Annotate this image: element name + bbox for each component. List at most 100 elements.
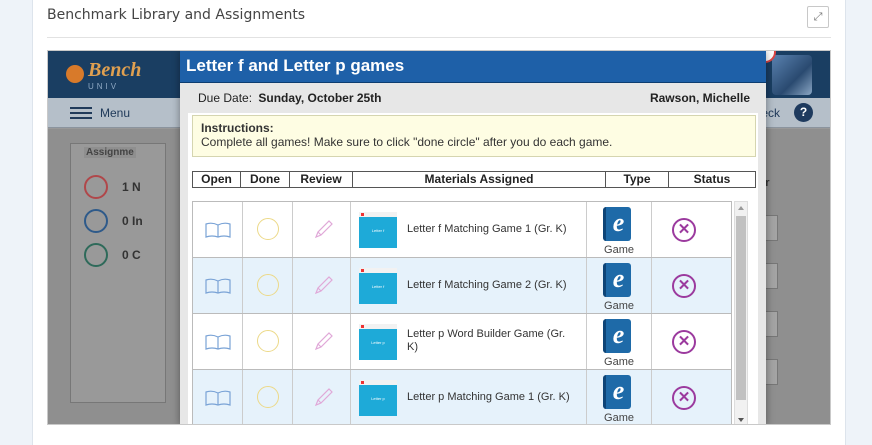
material-cell: Letter p Letter p Word Builder Game (Gr.… xyxy=(351,314,587,369)
type-cell: e Game xyxy=(587,202,652,257)
thumbnail-text: Letter f xyxy=(371,228,385,233)
help-icon[interactable]: ? xyxy=(794,103,813,122)
column-header-done: Done xyxy=(241,172,290,187)
stat-complete: 0 C xyxy=(122,248,141,262)
incomplete-x-icon: ✕ xyxy=(672,218,696,242)
app-logo: Bench xyxy=(88,59,142,81)
instructions-heading: Instructions: xyxy=(201,121,274,135)
scrollbar-thumb[interactable] xyxy=(736,216,746,400)
game-thumbnail[interactable]: Letter f xyxy=(359,268,397,304)
modal-body: Due Date: Sunday, October 25th Rawson, M… xyxy=(180,83,766,424)
review-cell xyxy=(293,202,351,257)
instructions-box: Instructions: Complete all games! Make s… xyxy=(192,115,756,157)
open-book-icon[interactable] xyxy=(205,334,231,350)
open-cell xyxy=(193,370,243,424)
open-cell xyxy=(193,202,243,257)
due-date-value: Sunday, October 25th xyxy=(258,91,382,105)
status-cell: ✕ xyxy=(652,258,731,313)
type-label: Game xyxy=(604,356,634,368)
ebook-icon: e xyxy=(603,375,631,409)
assignments-panel-title: Assignme xyxy=(84,147,136,158)
header-image xyxy=(772,55,812,95)
scroll-up-arrow-icon[interactable] xyxy=(738,206,744,210)
game-thumbnail[interactable]: Letter p xyxy=(359,324,397,360)
open-book-icon[interactable] xyxy=(205,390,231,406)
check-circle-icon xyxy=(84,243,108,267)
game-thumbnail[interactable]: Letter f xyxy=(359,212,397,248)
table-row: Letter p Letter p Word Builder Game (Gr.… xyxy=(193,314,731,370)
material-cell: Letter f Letter f Matching Game 2 (Gr. K… xyxy=(351,258,587,313)
due-date-bar: Due Date: Sunday, October 25th Rawson, M… xyxy=(188,83,758,113)
material-title[interactable]: Letter f Matching Game 1 (Gr. K) xyxy=(407,223,577,236)
embedded-app-frame: Bench UNIV med Menu n Check ? Assignme 1… xyxy=(47,50,831,425)
thumbnail-text: Letter p xyxy=(371,340,385,345)
student-name: Rawson, Michelle xyxy=(649,91,750,105)
open-cell xyxy=(193,314,243,369)
assignment-list: Letter f Letter f Matching Game 1 (Gr. K… xyxy=(192,201,732,424)
material-title[interactable]: Letter f Matching Game 2 (Gr. K) xyxy=(407,279,577,292)
due-date: Due Date: Sunday, October 25th xyxy=(198,91,382,105)
divider xyxy=(47,37,831,38)
column-header-open: Open xyxy=(193,172,241,187)
done-cell xyxy=(243,202,293,257)
expand-icon[interactable]: ⤢ xyxy=(807,6,829,28)
thumbnail-text: Letter p xyxy=(371,396,385,401)
review-pencil-icon[interactable] xyxy=(313,330,335,352)
incomplete-x-icon: ✕ xyxy=(672,274,696,298)
column-header-status: Status xyxy=(693,172,731,186)
assignment-modal: Letter f and Letter p games Due Date: Su… xyxy=(180,51,766,424)
done-cell xyxy=(243,370,293,424)
stat-not-started: 1 N xyxy=(122,180,141,194)
open-cell xyxy=(193,258,243,313)
column-header-review: Review xyxy=(290,172,353,187)
review-pencil-icon[interactable] xyxy=(313,386,335,408)
table-row: Letter p Letter p Matching Game 1 (Gr. K… xyxy=(193,370,731,424)
type-cell: e Game xyxy=(587,314,652,369)
done-circle-icon[interactable] xyxy=(257,218,279,240)
done-circle-icon[interactable] xyxy=(257,386,279,408)
done-cell xyxy=(243,258,293,313)
scroll-down-arrow-icon[interactable] xyxy=(738,418,744,422)
type-cell: e Game xyxy=(587,370,652,424)
material-title[interactable]: Letter p Word Builder Game (Gr. K) xyxy=(407,328,577,354)
library-card: Benchmark Library and Assignments ⤢ Benc… xyxy=(32,0,846,445)
done-cell xyxy=(243,314,293,369)
incomplete-x-icon: ✕ xyxy=(672,386,696,410)
review-cell xyxy=(293,258,351,313)
menu-label[interactable]: Menu xyxy=(100,106,130,120)
instructions-text: Complete all games! Make sure to click "… xyxy=(201,135,613,149)
material-cell: Letter p Letter p Matching Game 1 (Gr. K… xyxy=(351,370,587,424)
logo-icon xyxy=(66,65,84,83)
done-circle-icon[interactable] xyxy=(257,330,279,352)
type-label: Game xyxy=(604,244,634,256)
table-row: Letter f Letter f Matching Game 1 (Gr. K… xyxy=(193,202,731,258)
material-cell: Letter f Letter f Matching Game 1 (Gr. K… xyxy=(351,202,587,257)
close-circle-icon xyxy=(84,175,108,199)
incomplete-x-icon: ✕ xyxy=(672,330,696,354)
open-book-icon[interactable] xyxy=(205,278,231,294)
ebook-icon: e xyxy=(603,263,631,297)
status-cell: ✕ xyxy=(652,314,731,369)
open-book-icon[interactable] xyxy=(205,222,231,238)
game-thumbnail[interactable]: Letter p xyxy=(359,380,397,416)
card-title: Benchmark Library and Assignments xyxy=(47,7,306,23)
column-header-materials: Materials Assigned xyxy=(353,172,606,187)
stat-in-progress: 0 In xyxy=(122,214,143,228)
modal-title: Letter f and Letter p games xyxy=(180,51,766,83)
review-cell xyxy=(293,314,351,369)
material-title[interactable]: Letter p Matching Game 1 (Gr. K) xyxy=(407,391,577,404)
review-pencil-icon[interactable] xyxy=(313,274,335,296)
ebook-icon: e xyxy=(603,319,631,353)
list-scrollbar[interactable] xyxy=(734,201,748,424)
type-label: Game xyxy=(604,412,634,424)
column-header-type: Type xyxy=(606,172,669,187)
done-circle-icon[interactable] xyxy=(257,274,279,296)
app-logo-sub: UNIV xyxy=(88,82,120,91)
thumbnail-text: Letter f xyxy=(371,284,385,289)
clock-icon xyxy=(84,209,108,233)
ebook-icon: e xyxy=(603,207,631,241)
hamburger-menu-icon[interactable] xyxy=(70,107,92,119)
review-pencil-icon[interactable] xyxy=(313,218,335,240)
due-date-label: Due Date: xyxy=(198,91,253,105)
table-header: Open Done Review Materials Assigned Type… xyxy=(192,171,756,188)
